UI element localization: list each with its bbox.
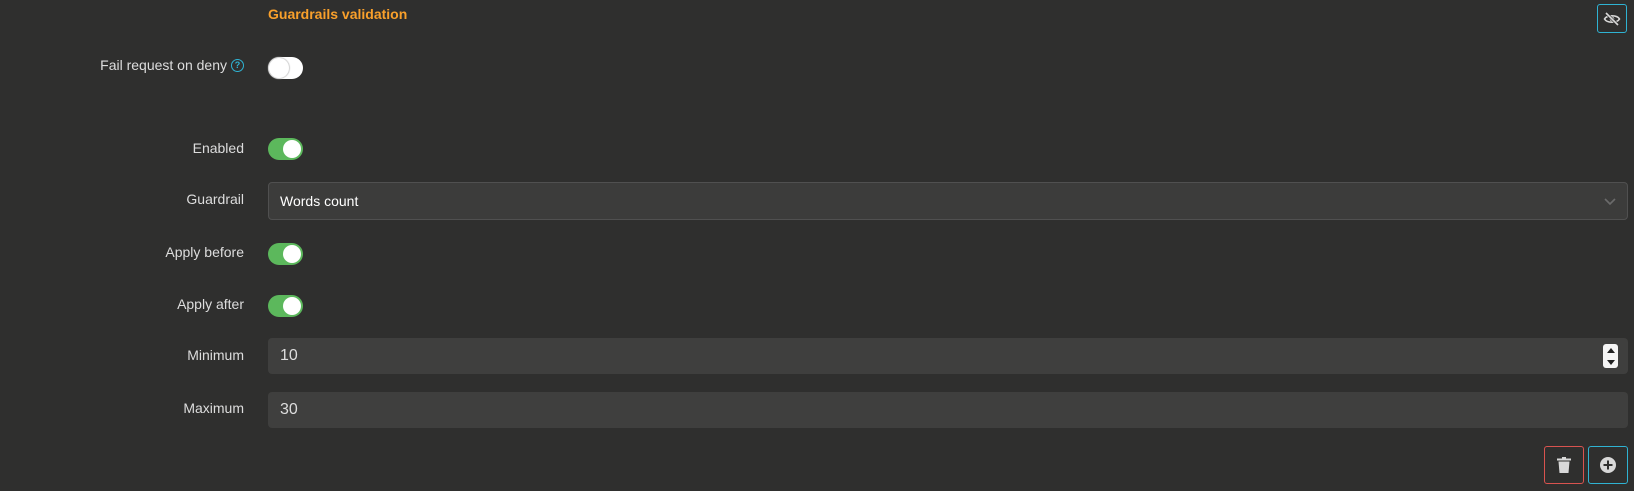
guardrail-select[interactable]: Words count [268,182,1628,220]
apply-after-label: Apply after [177,296,244,312]
minimum-value: 10 [280,347,298,364]
toggle-knob [269,58,289,78]
guardrails-panel: Guardrails validation Fail request on de… [0,0,1634,491]
trash-icon [1557,457,1571,473]
eye-slash-icon [1603,11,1621,26]
maximum-label: Maximum [183,400,244,416]
maximum-value: 30 [280,401,298,418]
delete-button[interactable] [1544,446,1584,484]
apply-before-toggle[interactable] [268,243,303,265]
question-circle-icon[interactable]: ? [231,58,244,72]
maximum-input[interactable]: 30 [268,392,1628,428]
guardrail-select-value: Words count [280,193,359,209]
fail-request-toggle[interactable] [268,57,303,79]
enabled-label: Enabled [192,140,244,156]
minimum-label: Minimum [187,347,244,363]
spinner-up-icon[interactable] [1606,347,1615,353]
apply-after-toggle[interactable] [268,295,303,317]
spinner-down-icon[interactable] [1606,359,1615,365]
toggle-knob [283,297,301,315]
guardrail-label: Guardrail [186,191,244,207]
fail-request-label: Fail request on deny ? [100,57,244,73]
chevron-down-icon [1604,198,1616,206]
hide-section-button[interactable] [1597,4,1627,33]
number-spinner[interactable] [1603,344,1618,368]
toggle-knob [283,140,301,158]
minimum-input[interactable]: 10 [268,338,1628,374]
plus-circle-icon [1600,457,1616,473]
fail-request-label-text: Fail request on deny [100,57,227,73]
apply-before-label: Apply before [165,244,244,260]
enabled-toggle[interactable] [268,138,303,160]
section-title: Guardrails validation [268,6,408,22]
add-button[interactable] [1588,446,1628,484]
toggle-knob [283,245,301,263]
